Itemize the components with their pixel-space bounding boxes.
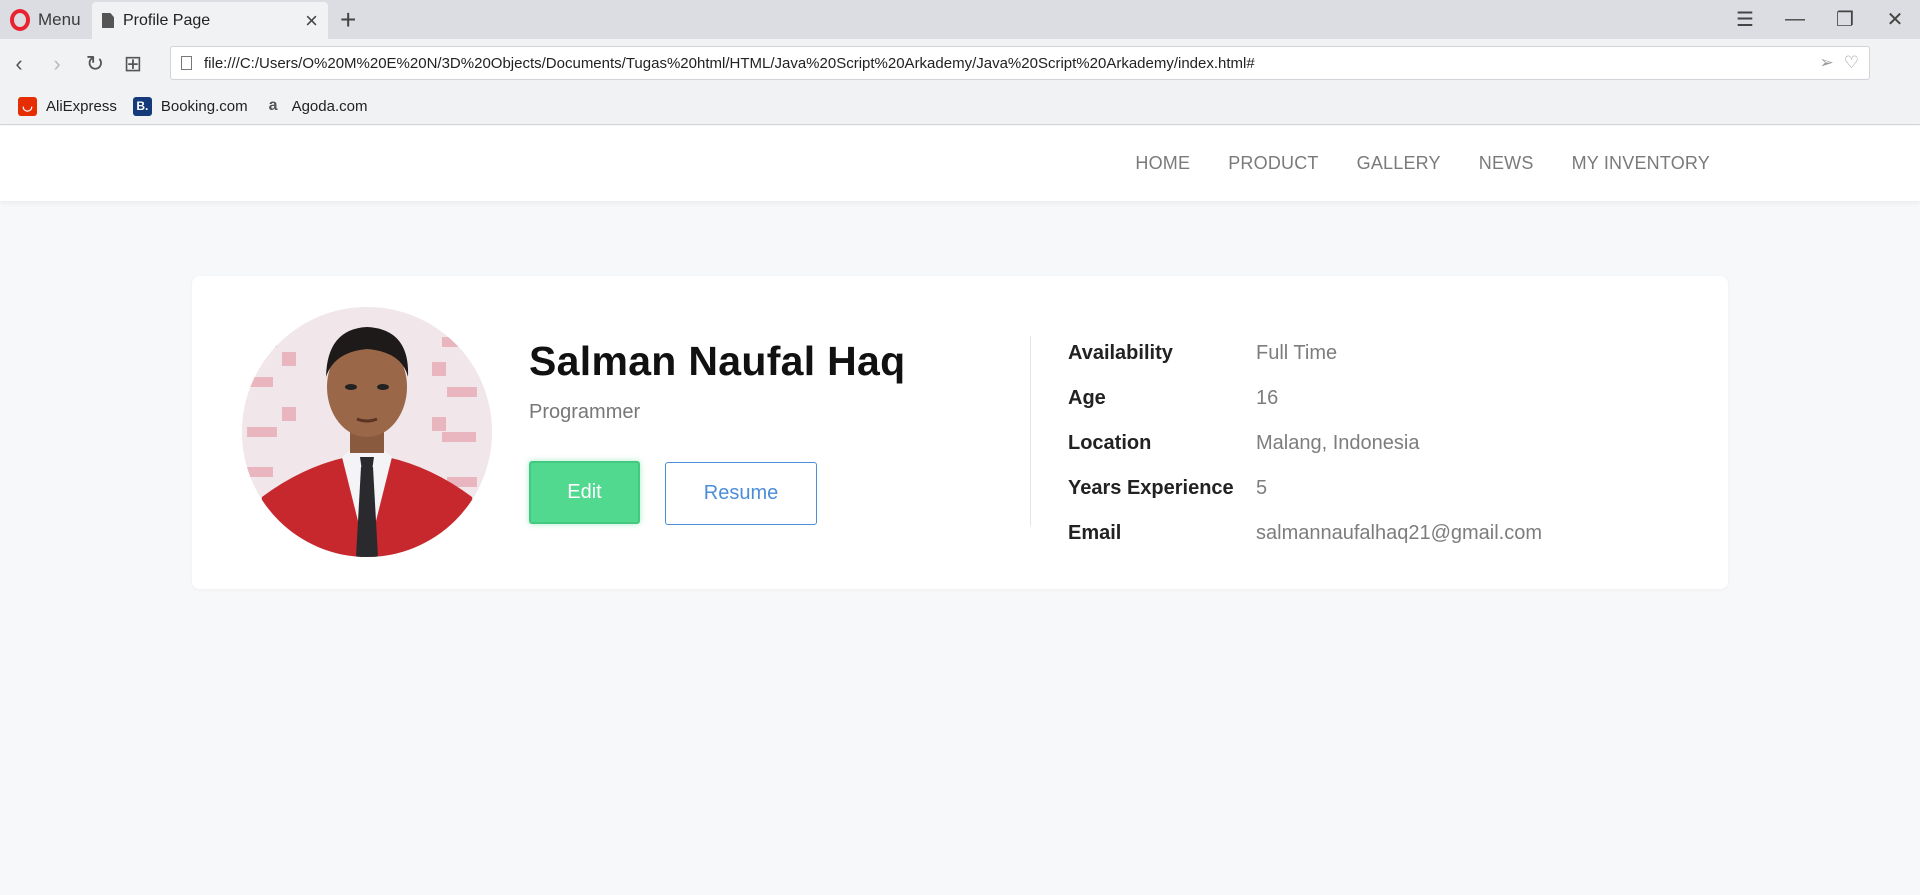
send-icon[interactable]: ➢ [1820, 53, 1834, 73]
browser-tab[interactable]: Profile Page × [92, 2, 328, 39]
detail-label: Email [1068, 522, 1122, 544]
speed-dial-icon[interactable]: ⊞ [114, 51, 152, 77]
new-tab-icon[interactable]: + [340, 4, 356, 36]
detail-label: Location [1068, 432, 1152, 454]
tab-menu-icon[interactable]: ☰ [1720, 7, 1770, 32]
profile-role: Programmer [529, 401, 641, 423]
page-icon [181, 56, 192, 70]
browser-tab-bar: Menu Profile Page × + ☰ — ❐ ✕ [0, 0, 1920, 39]
detail-label: Years Experience [1068, 477, 1234, 499]
detail-value: 16 [1256, 387, 1279, 409]
aliexpress-icon: ◡ [18, 96, 37, 116]
detail-label: Availability [1068, 342, 1173, 364]
opera-logo-icon [10, 8, 30, 31]
minimize-icon[interactable]: — [1770, 8, 1820, 31]
close-tab-icon[interactable]: × [305, 9, 318, 32]
detail-label: Age [1068, 387, 1106, 409]
detail-row-age: Age 16 [1068, 376, 1542, 421]
site-navbar: HOME PRODUCT GALLERY NEWS MY INVENTORY [0, 126, 1920, 201]
main-nav: HOME PRODUCT GALLERY NEWS MY INVENTORY [1135, 126, 1710, 201]
detail-value: Full Time [1256, 342, 1338, 364]
close-window-icon[interactable]: ✕ [1870, 7, 1920, 32]
bookmark-label: AliExpress [46, 97, 117, 115]
booking-icon: B. [132, 96, 152, 116]
menu-label: Menu [38, 9, 81, 29]
back-icon[interactable]: ‹ [0, 51, 38, 77]
detail-row-experience: Years Experience 5 [1068, 466, 1542, 511]
detail-value: 5 [1256, 477, 1268, 499]
nav-gallery[interactable]: GALLERY [1357, 153, 1441, 174]
profile-details: Availability Full Time Age 16 Location M… [1068, 331, 1542, 556]
url-field[interactable]: file:///C:/Users/O%20M%20E%20N/3D%20Obje… [170, 46, 1870, 80]
forward-icon[interactable]: › [38, 51, 76, 77]
restore-icon[interactable]: ❐ [1820, 7, 1870, 32]
heart-icon[interactable]: ♡ [1844, 53, 1859, 73]
bookmark-agoda[interactable]: a Agoda.com [264, 97, 368, 116]
detail-value[interactable]: salmannaufalhaq21@gmail.com [1256, 522, 1542, 545]
detail-row-location: Location Malang, Indonesia [1068, 421, 1542, 466]
bookmark-booking[interactable]: B. Booking.com [132, 96, 248, 116]
url-actions: ➢ ♡ [1820, 53, 1870, 73]
detail-value: Malang, Indonesia [1256, 432, 1420, 454]
detail-row-email: Email salmannaufalhaq21@gmail.com [1068, 511, 1542, 556]
nav-my-inventory[interactable]: MY INVENTORY [1572, 153, 1710, 174]
bookmark-label: Booking.com [160, 97, 248, 115]
tab-title: Profile Page [123, 11, 211, 29]
edit-button[interactable]: Edit [529, 461, 640, 524]
url-text: file:///C:/Users/O%20M%20E%20N/3D%20Obje… [204, 54, 1255, 72]
profile-card: Salman Naufal Haq Programmer Edit Resume… [192, 276, 1728, 589]
opera-menu-button[interactable]: Menu [0, 0, 92, 39]
agoda-icon: a [268, 97, 278, 114]
resume-button[interactable]: Resume [665, 462, 817, 525]
profile-photo [242, 307, 492, 557]
nav-news[interactable]: NEWS [1479, 153, 1534, 174]
profile-name: Salman Naufal Haq [529, 338, 906, 384]
browser-address-bar: ‹ › ↻ ⊞ file:///C:/Users/O%20M%20E%20N/3… [0, 39, 1920, 113]
avatar [242, 307, 492, 557]
nav-home[interactable]: HOME [1135, 153, 1190, 174]
reload-icon[interactable]: ↻ [76, 51, 114, 77]
detail-row-availability: Availability Full Time [1068, 331, 1542, 376]
divider [1030, 336, 1031, 526]
bookmark-aliexpress[interactable]: ◡ AliExpress [18, 96, 117, 116]
nav-product[interactable]: PRODUCT [1228, 153, 1318, 174]
bookmark-label: Agoda.com [291, 97, 368, 115]
window-controls: ☰ — ❐ ✕ [1720, 0, 1920, 39]
bookmarks-bar: ◡ AliExpress B. Booking.com a Agoda.com [0, 88, 1920, 125]
document-icon [102, 13, 114, 28]
